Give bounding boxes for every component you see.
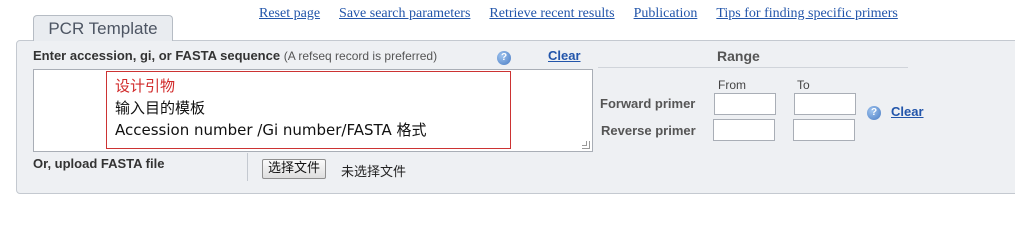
publication-link[interactable]: Publication	[634, 6, 698, 22]
forward-primer-label: Forward primer	[600, 96, 696, 111]
annotation-line-3: Accession number /Gi number/FASTA 格式	[115, 121, 427, 139]
range-title: Range	[717, 48, 760, 64]
sequence-label: Enter accession, gi, or FASTA sequence (…	[33, 48, 437, 63]
save-search-parameters-link[interactable]: Save search parameters	[339, 6, 470, 22]
sequence-hint: (A refseq record is preferred)	[283, 49, 438, 63]
forward-to-input[interactable]	[794, 93, 856, 115]
forward-from-input[interactable]	[714, 93, 776, 115]
reset-page-link[interactable]: Reset page	[259, 6, 320, 22]
upload-label: Or, upload FASTA file	[33, 156, 165, 171]
to-label: To	[797, 78, 810, 92]
tab-pcr-template[interactable]: PCR Template	[33, 15, 173, 41]
clear-sequence-link[interactable]: Clear	[548, 48, 581, 63]
divider	[247, 153, 248, 181]
clear-range-link[interactable]: Clear	[891, 104, 924, 119]
help-icon[interactable]: ?	[867, 106, 881, 120]
from-label: From	[718, 78, 746, 92]
help-icon[interactable]: ?	[497, 51, 511, 65]
choose-file-button[interactable]: 选择文件	[262, 159, 327, 179]
tips-link[interactable]: Tips for finding specific primers	[716, 6, 897, 22]
reverse-to-input[interactable]	[793, 119, 855, 141]
retrieve-recent-results-link[interactable]: Retrieve recent results	[489, 6, 614, 22]
sequence-label-text: Enter accession, gi, or FASTA sequence	[33, 48, 281, 63]
annotation-title: 设计引物	[115, 77, 176, 95]
reverse-primer-label: Reverse primer	[601, 123, 696, 138]
annotation-box: 设计引物 输入目的模板 Accession number /Gi number/…	[106, 71, 511, 149]
top-links: Reset page Save search parameters Retrie…	[259, 6, 917, 22]
range-divider	[598, 67, 908, 68]
reverse-from-input[interactable]	[713, 119, 775, 141]
file-status: 未选择文件	[341, 165, 407, 180]
annotation-line-2: 输入目的模板	[115, 99, 206, 117]
resize-grip-icon[interactable]	[582, 141, 590, 149]
